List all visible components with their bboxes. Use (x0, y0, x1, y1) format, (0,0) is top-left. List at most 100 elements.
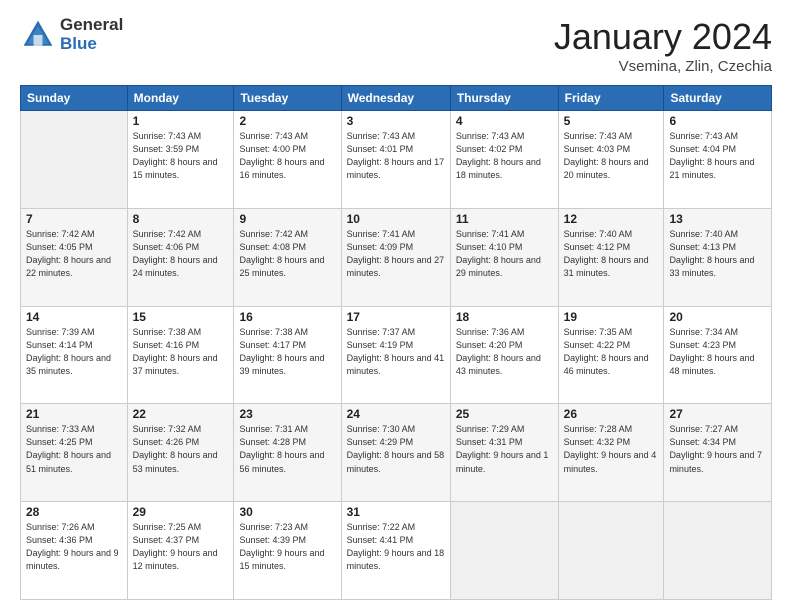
day-info: Sunrise: 7:42 AMSunset: 4:08 PMDaylight:… (239, 228, 335, 280)
col-thursday: Thursday (450, 86, 558, 111)
table-row: 21 Sunrise: 7:33 AMSunset: 4:25 PMDayligh… (21, 404, 128, 502)
logo-general: General (60, 16, 123, 35)
day-info: Sunrise: 7:42 AMSunset: 4:05 PMDaylight:… (26, 228, 122, 280)
day-info: Sunrise: 7:37 AMSunset: 4:19 PMDaylight:… (347, 326, 445, 378)
table-row: 24 Sunrise: 7:30 AMSunset: 4:29 PMDayligh… (341, 404, 450, 502)
day-number: 31 (347, 505, 445, 519)
calendar-week-row: 28Sunrise: 7:26 AMSunset: 4:36 PMDayligh… (21, 502, 772, 600)
table-row: 11 Sunrise: 7:41 AMSunset: 4:10 PMDayligh… (450, 208, 558, 306)
logo: General Blue (20, 16, 123, 53)
day-info: Sunrise: 7:25 AMSunset: 4:37 PMDaylight:… (133, 521, 229, 573)
day-info: Sunrise: 7:43 AMSunset: 4:00 PMDaylight:… (239, 130, 335, 182)
col-monday: Monday (127, 86, 234, 111)
day-number: 20 (669, 310, 766, 324)
table-row: 26 Sunrise: 7:28 AMSunset: 4:32 PMDayligh… (558, 404, 664, 502)
day-number: 17 (347, 310, 445, 324)
day-number: 15 (133, 310, 229, 324)
header: General Blue January 2024 Vsemina, Zlin,… (20, 16, 772, 75)
day-number: 23 (239, 407, 335, 421)
day-info: Sunrise: 7:32 AMSunset: 4:26 PMDaylight:… (133, 423, 229, 475)
table-row: 15 Sunrise: 7:38 AMSunset: 4:16 PMDayligh… (127, 306, 234, 404)
day-number: 22 (133, 407, 229, 421)
location: Vsemina, Zlin, Czechia (554, 58, 772, 75)
table-row: 7 Sunrise: 7:42 AMSunset: 4:05 PMDaylight… (21, 208, 128, 306)
table-row: 14 Sunrise: 7:39 AMSunset: 4:14 PMDayligh… (21, 306, 128, 404)
day-number: 27 (669, 407, 766, 421)
calendar-week-row: 1Sunrise: 7:43 AMSunset: 3:59 PMDaylight… (21, 111, 772, 209)
day-number: 21 (26, 407, 122, 421)
day-number: 13 (669, 212, 766, 226)
table-row (450, 502, 558, 600)
day-info: Sunrise: 7:23 AMSunset: 4:39 PMDaylight:… (239, 521, 335, 573)
table-row: 27 Sunrise: 7:27 AMSunset: 4:34 PMDayligh… (664, 404, 772, 502)
day-number: 25 (456, 407, 553, 421)
day-number: 11 (456, 212, 553, 226)
day-info: Sunrise: 7:28 AMSunset: 4:32 PMDaylight:… (564, 423, 659, 475)
table-row (558, 502, 664, 600)
table-row: 6 Sunrise: 7:43 AMSunset: 4:04 PMDaylight… (664, 111, 772, 209)
day-info: Sunrise: 7:43 AMSunset: 4:03 PMDaylight:… (564, 130, 659, 182)
day-number: 16 (239, 310, 335, 324)
day-number: 18 (456, 310, 553, 324)
day-info: Sunrise: 7:41 AMSunset: 4:10 PMDaylight:… (456, 228, 553, 280)
table-row: 19Sunrise: 7:35 AMSunset: 4:22 PMDayligh… (558, 306, 664, 404)
day-number: 30 (239, 505, 335, 519)
day-number: 6 (669, 114, 766, 128)
day-info: Sunrise: 7:38 AMSunset: 4:16 PMDaylight:… (133, 326, 229, 378)
day-info: Sunrise: 7:33 AMSunset: 4:25 PMDaylight:… (26, 423, 122, 475)
col-wednesday: Wednesday (341, 86, 450, 111)
calendar-header-row: Sunday Monday Tuesday Wednesday Thursday… (21, 86, 772, 111)
month-title: January 2024 (554, 16, 772, 58)
day-info: Sunrise: 7:39 AMSunset: 4:14 PMDaylight:… (26, 326, 122, 378)
calendar-table: Sunday Monday Tuesday Wednesday Thursday… (20, 85, 772, 600)
table-row: 22 Sunrise: 7:32 AMSunset: 4:26 PMDayligh… (127, 404, 234, 502)
day-number: 29 (133, 505, 229, 519)
day-info: Sunrise: 7:26 AMSunset: 4:36 PMDaylight:… (26, 521, 122, 573)
day-number: 10 (347, 212, 445, 226)
logo-blue: Blue (60, 35, 123, 54)
page: General Blue January 2024 Vsemina, Zlin,… (0, 0, 792, 612)
table-row: 25 Sunrise: 7:29 AMSunset: 4:31 PMDayligh… (450, 404, 558, 502)
day-info: Sunrise: 7:41 AMSunset: 4:09 PMDaylight:… (347, 228, 445, 280)
day-info: Sunrise: 7:22 AMSunset: 4:41 PMDaylight:… (347, 521, 445, 573)
col-sunday: Sunday (21, 86, 128, 111)
day-number: 7 (26, 212, 122, 226)
day-info: Sunrise: 7:34 AMSunset: 4:23 PMDaylight:… (669, 326, 766, 378)
col-friday: Friday (558, 86, 664, 111)
day-info: Sunrise: 7:38 AMSunset: 4:17 PMDaylight:… (239, 326, 335, 378)
day-number: 14 (26, 310, 122, 324)
day-info: Sunrise: 7:43 AMSunset: 4:04 PMDaylight:… (669, 130, 766, 182)
day-info: Sunrise: 7:42 AMSunset: 4:06 PMDaylight:… (133, 228, 229, 280)
day-info: Sunrise: 7:30 AMSunset: 4:29 PMDaylight:… (347, 423, 445, 475)
logo-icon (20, 17, 56, 53)
calendar-week-row: 7 Sunrise: 7:42 AMSunset: 4:05 PMDaylight… (21, 208, 772, 306)
table-row: 16 Sunrise: 7:38 AMSunset: 4:17 PMDayligh… (234, 306, 341, 404)
day-number: 5 (564, 114, 659, 128)
col-tuesday: Tuesday (234, 86, 341, 111)
day-number: 2 (239, 114, 335, 128)
day-number: 12 (564, 212, 659, 226)
calendar-week-row: 14 Sunrise: 7:39 AMSunset: 4:14 PMDayligh… (21, 306, 772, 404)
table-row: 28Sunrise: 7:26 AMSunset: 4:36 PMDayligh… (21, 502, 128, 600)
title-block: January 2024 Vsemina, Zlin, Czechia (554, 16, 772, 75)
table-row: 18Sunrise: 7:36 AMSunset: 4:20 PMDayligh… (450, 306, 558, 404)
table-row: 8 Sunrise: 7:42 AMSunset: 4:06 PMDaylight… (127, 208, 234, 306)
day-number: 26 (564, 407, 659, 421)
table-row: 9 Sunrise: 7:42 AMSunset: 4:08 PMDaylight… (234, 208, 341, 306)
table-row: 20 Sunrise: 7:34 AMSunset: 4:23 PMDayligh… (664, 306, 772, 404)
logo-text: General Blue (60, 16, 123, 53)
day-number: 9 (239, 212, 335, 226)
table-row: 10 Sunrise: 7:41 AMSunset: 4:09 PMDayligh… (341, 208, 450, 306)
day-info: Sunrise: 7:29 AMSunset: 4:31 PMDaylight:… (456, 423, 553, 475)
day-number: 24 (347, 407, 445, 421)
day-info: Sunrise: 7:35 AMSunset: 4:22 PMDaylight:… (564, 326, 659, 378)
day-info: Sunrise: 7:31 AMSunset: 4:28 PMDaylight:… (239, 423, 335, 475)
day-info: Sunrise: 7:43 AMSunset: 4:01 PMDaylight:… (347, 130, 445, 182)
day-info: Sunrise: 7:43 AMSunset: 3:59 PMDaylight:… (133, 130, 229, 182)
day-number: 8 (133, 212, 229, 226)
table-row: 30 Sunrise: 7:23 AMSunset: 4:39 PMDayligh… (234, 502, 341, 600)
day-info: Sunrise: 7:27 AMSunset: 4:34 PMDaylight:… (669, 423, 766, 475)
table-row (664, 502, 772, 600)
day-info: Sunrise: 7:40 AMSunset: 4:12 PMDaylight:… (564, 228, 659, 280)
table-row: 17 Sunrise: 7:37 AMSunset: 4:19 PMDayligh… (341, 306, 450, 404)
